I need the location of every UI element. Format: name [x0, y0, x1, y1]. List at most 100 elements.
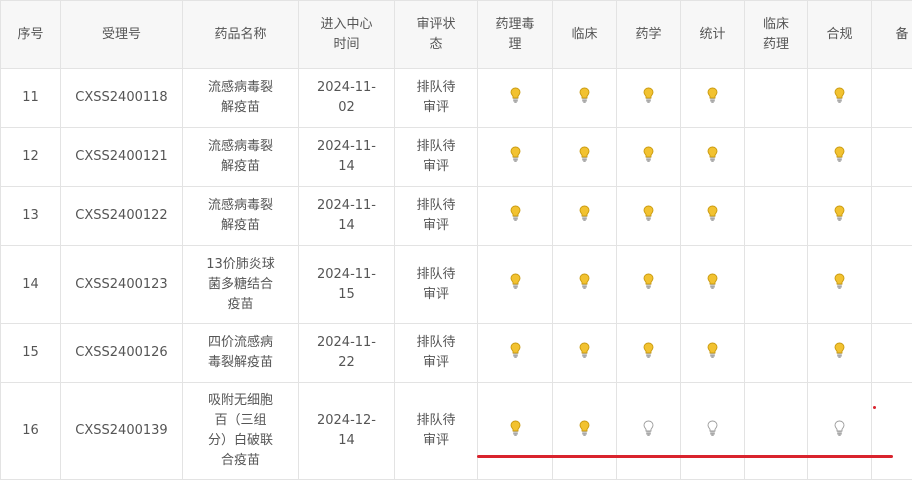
cell-remarks [872, 246, 912, 324]
lightbulb-icon [643, 205, 654, 221]
cell-pharmacy [617, 187, 681, 246]
seq-text: 15 [22, 345, 39, 360]
cell-clinical-pharm [745, 128, 808, 187]
review-status-line: 审评 [423, 100, 449, 115]
cell-seq: 11 [1, 69, 61, 128]
accept-no-text: CXSS2400139 [75, 423, 167, 438]
header-drug-name: 药品名称 [183, 1, 299, 69]
cell-pharmacy [617, 324, 681, 383]
header-accept-no: 受理号 [61, 1, 183, 69]
lightbulb-icon [510, 205, 521, 221]
lightbulb-icon [579, 205, 590, 221]
cell-compliance [808, 187, 872, 246]
accept-no-text: CXSS2400121 [75, 149, 167, 164]
cell-remarks [872, 187, 912, 246]
drug-name-line: 解疫苗 [221, 159, 260, 174]
cell-clinical [553, 187, 617, 246]
review-status-line: 排队待 [416, 139, 455, 154]
cell-review-status: 排队待审评 [395, 187, 478, 246]
cell-seq: 16 [1, 383, 61, 480]
seq-text: 11 [22, 90, 39, 105]
cell-pharm-tox [478, 324, 553, 383]
cell-entry-time: 2024-11- 14 [299, 187, 395, 246]
cell-pharm-tox [478, 383, 553, 480]
lightbulb-icon [579, 146, 590, 162]
lightbulb-icon [834, 342, 845, 358]
entry-time-line: 2024-11- [317, 80, 376, 95]
header-clinical-pharm: 临床药理 [745, 1, 808, 69]
cell-drug-name: 流感病毒裂解疫苗 [183, 128, 299, 187]
cell-entry-time: 2024-11-02 [299, 69, 395, 128]
header-seq: 序号 [1, 1, 61, 69]
cell-remarks [872, 383, 912, 480]
cell-pharm-tox [478, 187, 553, 246]
drug-name-line: 百（三组 [214, 413, 266, 428]
entry-time-line: 2024-11- [317, 139, 376, 154]
cell-entry-time: 2024-11- 14 [299, 128, 395, 187]
header-review-status: 审评状态 [395, 1, 478, 69]
drug-name-line: 流感病毒裂 [208, 80, 273, 95]
table-row: 16CXSS2400139吸附无细胞百（三组分）白破联合疫苗2024-12-14… [1, 383, 912, 480]
lightbulb-icon [834, 420, 845, 436]
cell-compliance [808, 128, 872, 187]
lightbulb-icon [834, 146, 845, 162]
lightbulb-icon [579, 273, 590, 289]
cell-drug-name: 四价流感病毒裂解疫苗 [183, 324, 299, 383]
accept-no-text: CXSS2400123 [75, 277, 167, 292]
drug-name-line: 13价肺炎球 [206, 257, 275, 272]
cell-entry-time: 2024-11- 15 [299, 246, 395, 324]
cell-pharm-tox [478, 246, 553, 324]
cell-statistics [681, 187, 745, 246]
header-remarks: 备 [872, 1, 912, 69]
review-status-line: 审评 [423, 433, 449, 448]
drug-name-line: 毒裂解疫苗 [208, 355, 273, 370]
lightbulb-icon [643, 342, 654, 358]
lightbulb-icon [707, 273, 718, 289]
lightbulb-icon [643, 273, 654, 289]
drug-name-line: 吸附无细胞 [208, 393, 273, 408]
review-status-line: 排队待 [416, 335, 455, 350]
lightbulb-icon [834, 87, 845, 103]
review-status-line: 审评 [423, 287, 449, 302]
lightbulb-icon [707, 87, 718, 103]
cell-drug-name: 吸附无细胞百（三组分）白破联合疫苗 [183, 383, 299, 480]
entry-time-line: 14 [338, 159, 355, 174]
annotation-underline [477, 455, 893, 458]
cell-clinical-pharm [745, 246, 808, 324]
cell-seq: 14 [1, 246, 61, 324]
seq-text: 13 [22, 208, 39, 223]
header-pharmacy: 药学 [617, 1, 681, 69]
lightbulb-icon [643, 146, 654, 162]
review-status-table: 序号 受理号 药品名称 进入中心时间 审评状态 药理毒理 临床 药学 统计 临床… [0, 0, 912, 480]
entry-time-line: 15 [338, 287, 355, 302]
cell-clinical-pharm [745, 383, 808, 480]
seq-text: 14 [22, 277, 39, 292]
cell-pharmacy [617, 128, 681, 187]
entry-time-line: 2024-11- [317, 267, 376, 282]
entry-time-line: 2024-11- [317, 335, 376, 350]
cell-review-status: 排队待审评 [395, 69, 478, 128]
lightbulb-icon [707, 205, 718, 221]
cell-pharm-tox [478, 69, 553, 128]
review-status-line: 审评 [423, 159, 449, 174]
accept-no-text: CXSS2400126 [75, 345, 167, 360]
lightbulb-icon [707, 420, 718, 436]
drug-name-line: 菌多糖结合 [208, 277, 273, 292]
header-pharm-tox: 药理毒理 [478, 1, 553, 69]
lightbulb-icon [707, 342, 718, 358]
cell-seq: 13 [1, 187, 61, 246]
cell-clinical-pharm [745, 187, 808, 246]
cell-seq: 12 [1, 128, 61, 187]
cell-statistics [681, 128, 745, 187]
lightbulb-icon [834, 205, 845, 221]
accept-no-text: CXSS2400122 [75, 208, 167, 223]
review-status-line: 排队待 [416, 267, 455, 282]
cell-drug-name: 13价肺炎球菌多糖结合疫苗 [183, 246, 299, 324]
table-row: 11CXSS2400118流感病毒裂解疫苗2024-11-02排队待审评 [1, 69, 912, 128]
cell-clinical [553, 128, 617, 187]
lightbulb-icon [510, 420, 521, 436]
lightbulb-icon [643, 420, 654, 436]
entry-time-line: 14 [338, 218, 355, 233]
drug-name-line: 四价流感病 [208, 335, 273, 350]
entry-time-line: 2024-11- [317, 198, 376, 213]
